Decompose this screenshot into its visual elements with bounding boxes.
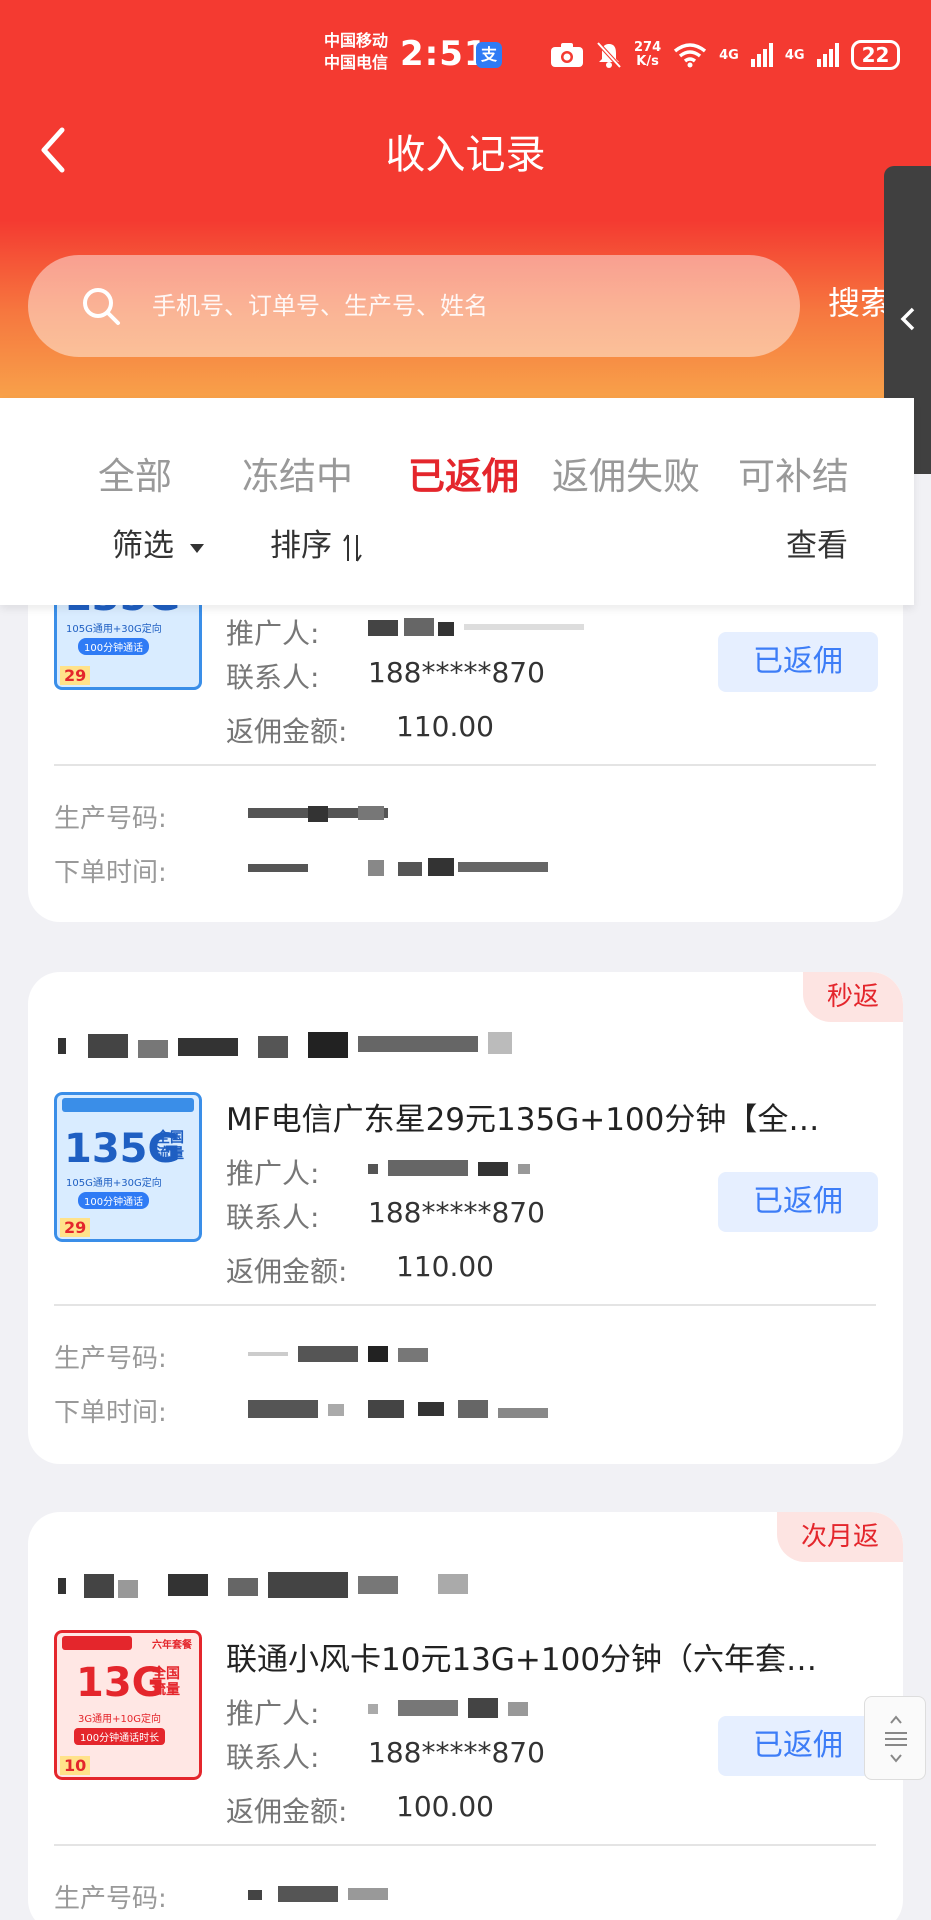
order-time-label: 下单时间: [54,1398,167,1428]
rebate-type-badge: 次月返 [776,1512,903,1562]
redacted-order-time [248,858,548,876]
product-thumbnail: 六年套餐 13G 全国流量 3G通用+10G定向 100分钟通话时长 10 [54,1630,202,1780]
order-time-label: 下单时间: [54,858,167,888]
status-badge: 已返佣 [718,1172,878,1232]
amount-value: 100.00 [396,1790,494,1823]
carrier-2: 中国电信 [324,53,389,72]
filter-button[interactable]: 筛选 [112,520,206,565]
contact-value: 188*****870 [368,1736,545,1769]
production-number-label: 生产号码: [54,1884,167,1914]
record-card[interactable]: 秒返 135G 全国流量 105G通用+30G定向 100分钟通话 29 MF电… [28,972,903,1464]
signal-2-label: 4G [784,47,805,63]
amount-value: 110.00 [396,1250,494,1283]
mute-icon [596,41,622,69]
scroll-handle[interactable] [864,1696,926,1780]
search-button[interactable]: 搜索 [828,278,892,324]
promoter-label: 推广人: [226,1157,320,1190]
search-icon [83,288,120,325]
production-number-label: 生产号码: [54,804,167,834]
carrier-1: 中国移动 [324,31,389,50]
divider [54,1844,876,1846]
record-card[interactable]: 次月返 六年套餐 13G 全国流量 3G通用+10G定向 100分钟通话时长 1… [28,1512,903,1920]
chevron-left-icon [900,307,915,331]
filter-label: 筛选 [112,528,174,564]
contact-label: 联系人: [226,1741,320,1774]
redacted-promoter [368,618,584,636]
tab-resettle[interactable]: 可补结 [738,446,849,500]
net-speed: 274 K/s [634,40,662,69]
promoter-label: 推广人: [226,617,320,650]
search-box[interactable] [28,255,800,357]
redacted-production-number [248,1886,388,1902]
tabs-panel: 全部 冻结中 已返佣 返佣失败 可补结 筛选 排序 查看 [0,398,914,605]
redacted-production-number [248,806,388,822]
divider [54,764,876,766]
view-button[interactable]: 查看 [786,520,848,565]
status-badge: 已返佣 [718,632,878,692]
battery-icon: 22 [850,40,901,70]
tab-all[interactable]: 全部 [98,446,172,500]
carrier-names: 中国移动 中国电信 [324,30,388,74]
signal-1-icon [750,43,773,67]
product-name: MF电信广东星29元135G+100分钟【全… [226,1102,820,1138]
drag-handle-icon [885,1715,907,1763]
production-number-label: 生产号码: [54,1344,167,1374]
status-icons: 274 K/s 4G 4G 22 [550,38,901,72]
redacted-production-number [248,1346,428,1362]
search-input[interactable] [152,279,752,333]
promoter-label: 推广人: [226,1697,320,1730]
amount-label: 返佣金额: [226,1795,348,1828]
amount-label: 返佣金额: [226,715,348,748]
redacted-order-number [58,1572,468,1598]
redacted-order-number [58,1032,512,1058]
status-bar: 中国移动 中国电信 2:51 支 274 K/s 4G 4G 22 [0,0,931,110]
status-badge: 已返佣 [718,1716,878,1776]
page-title: 收入记录 [385,132,546,178]
signal-2-icon [816,43,839,67]
sort-label: 排序 [270,528,332,564]
redacted-promoter [368,1160,530,1176]
product-thumbnail: 135G 全国流量 105G通用+30G定向 100分钟通话 29 [54,1092,202,1242]
redacted-order-time [248,1400,548,1418]
sort-button[interactable]: 排序 [270,520,364,565]
contact-value: 188*****870 [368,1196,545,1229]
tab-failed[interactable]: 返佣失败 [552,446,700,500]
rebate-type-badge: 秒返 [802,972,903,1022]
contact-label: 联系人: [226,661,320,694]
amount-label: 返佣金额: [226,1255,348,1288]
wifi-icon [674,43,707,68]
camera-icon [551,43,583,67]
product-name: 联通小风卡10元13G+100分钟（六年套… [226,1642,818,1678]
contact-label: 联系人: [226,1201,320,1234]
caret-down-icon [189,543,204,553]
sort-icon [343,533,362,562]
contact-value: 188*****870 [368,656,545,689]
signal-1-label: 4G [719,47,739,63]
divider [54,1304,876,1306]
amount-value: 110.00 [396,710,494,743]
alipay-icon: 支 [476,42,502,68]
tab-frozen[interactable]: 冻结中 [242,446,353,500]
tab-commissioned[interactable]: 已返佣 [408,446,519,500]
redacted-promoter [368,1698,528,1718]
